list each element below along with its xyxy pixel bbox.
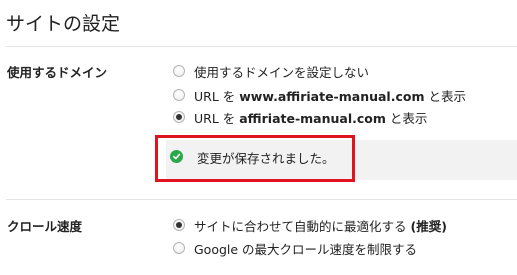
radio-option-label: サイトに合わせて自動的に最適化する (推奨) [194, 216, 447, 235]
radio-option-limit-crawl[interactable]: Google の最大クロール速度を制限する [173, 239, 417, 257]
label-prefix: URL を [194, 110, 240, 126]
radio-option-www-domain[interactable]: URL を www.affiriate-manual.com と表示 [173, 86, 466, 104]
page-title: サイトの設定 [6, 13, 121, 35]
crawl-section-label: クロール速度 [7, 219, 83, 234]
radio-option-label: URL を affiriate-manual.com と表示 [194, 108, 427, 127]
label-text: サイトに合わせて自動的に最適化する [194, 218, 411, 234]
divider [6, 199, 517, 200]
radio-button-selected[interactable] [173, 219, 185, 231]
label-suffix: と表示 [424, 88, 466, 104]
radio-button[interactable] [173, 89, 185, 101]
radio-option-label: Google の最大クロール速度を制限する [194, 241, 418, 257]
radio-button-selected[interactable] [173, 111, 185, 123]
radio-option-auto-optimize[interactable]: サイトに合わせて自動的に最適化する (推奨) [173, 216, 447, 234]
radio-option-label: 使用するドメインを設定しない [194, 64, 370, 80]
radio-option-no-domain[interactable]: 使用するドメインを設定しない [173, 62, 369, 80]
radio-button[interactable] [173, 65, 185, 77]
domain-section-label: 使用するドメイン [7, 65, 108, 80]
highlight-box [155, 135, 355, 182]
label-prefix: URL を [194, 88, 240, 104]
domain-name: www.affiriate-manual.com [239, 88, 425, 104]
recommended-tag: (推奨) [410, 218, 447, 234]
radio-option-root-domain[interactable]: URL を affiriate-manual.com と表示 [173, 108, 427, 126]
divider [6, 46, 517, 47]
label-suffix: と表示 [385, 110, 428, 126]
radio-button[interactable] [173, 242, 185, 254]
domain-name: affiriate-manual.com [239, 110, 386, 126]
radio-option-label: URL を www.affiriate-manual.com と表示 [194, 86, 466, 105]
